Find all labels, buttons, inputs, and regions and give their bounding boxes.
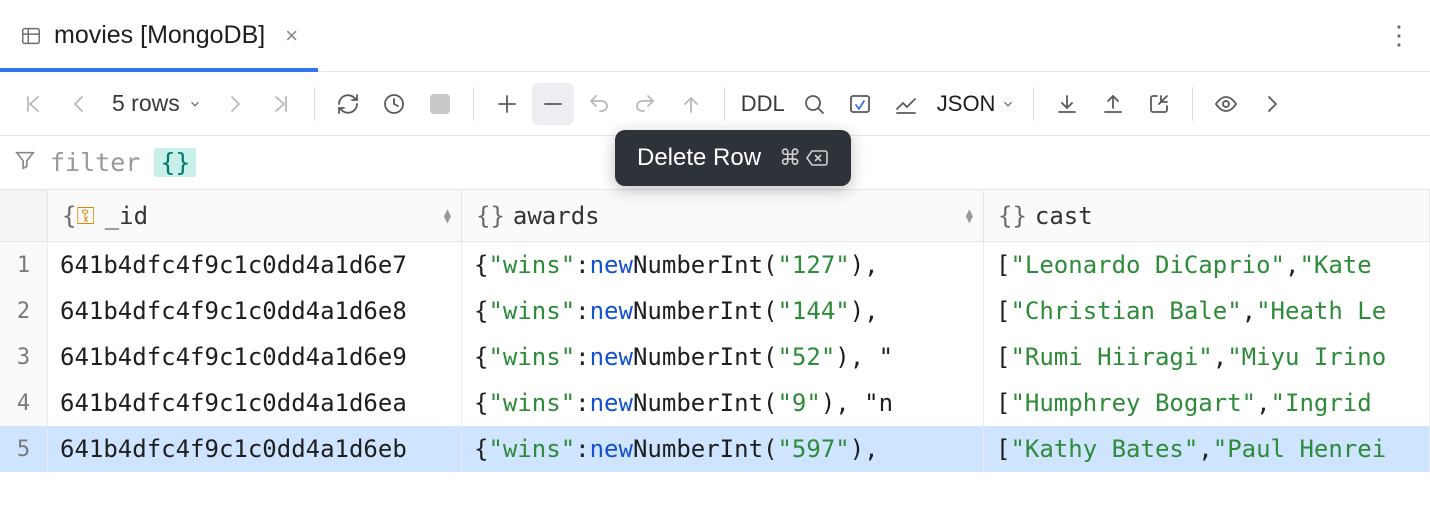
add-row-button[interactable] [486, 83, 528, 125]
cell-id[interactable]: 641b4dfc4f9c1c0dd4a1d6e7 [48, 242, 462, 288]
grid-header-row: {⚿ _id ▲▼ {} awards ▲▼ {} cast [0, 190, 1430, 242]
expand-button[interactable] [1251, 83, 1293, 125]
table-icon [20, 25, 42, 47]
row-number: 3 [0, 334, 48, 380]
tab-movies[interactable]: movies [MongoDB] × [0, 0, 318, 71]
ddl-button[interactable]: DDL [737, 91, 789, 117]
gutter-header [0, 190, 48, 241]
prev-page-button[interactable] [58, 83, 100, 125]
row-number: 2 [0, 288, 48, 334]
result-grid: {⚿ _id ▲▼ {} awards ▲▼ {} cast 1641b4dfc… [0, 190, 1430, 472]
column-header-awards[interactable]: {} awards ▲▼ [462, 190, 984, 241]
import-button[interactable] [1138, 83, 1180, 125]
column-label: awards [513, 202, 600, 230]
tab-title: movies [MongoDB] [54, 21, 265, 50]
table-row[interactable]: 1641b4dfc4f9c1c0dd4a1d6e7{"wins": new Nu… [0, 242, 1430, 288]
refresh-button[interactable] [327, 83, 369, 125]
column-header-id[interactable]: {⚿ _id ▲▼ [48, 190, 462, 241]
column-label: cast [1035, 202, 1093, 230]
funnel-icon [14, 148, 36, 177]
cell-id[interactable]: 641b4dfc4f9c1c0dd4a1d6ea [48, 380, 462, 426]
cell-awards[interactable]: {"wins": new NumberInt("597"), [462, 426, 984, 472]
stop-button[interactable] [419, 83, 461, 125]
table-row[interactable]: 4641b4dfc4f9c1c0dd4a1d6ea{"wins": new Nu… [0, 380, 1430, 426]
last-page-button[interactable] [260, 83, 302, 125]
sort-icon[interactable]: ▲▼ [966, 209, 973, 223]
table-row[interactable]: 5641b4dfc4f9c1c0dd4a1d6eb{"wins": new Nu… [0, 426, 1430, 472]
chart-button[interactable] [885, 83, 927, 125]
sort-icon[interactable]: ▲▼ [444, 209, 451, 223]
row-number: 1 [0, 242, 48, 288]
tooltip-shortcut: ⌘ [779, 145, 829, 171]
tab-bar: movies [MongoDB] × ⋮ [0, 0, 1430, 72]
download-button[interactable] [1046, 83, 1088, 125]
row-number: 5 [0, 426, 48, 472]
object-icon: {⚿ [62, 202, 97, 230]
cell-awards[interactable]: {"wins": new NumberInt("9"), "n [462, 380, 984, 426]
close-icon[interactable]: × [285, 23, 298, 49]
redo-button[interactable] [624, 83, 666, 125]
cell-awards[interactable]: {"wins": new NumberInt("144"), [462, 288, 984, 334]
upload-button[interactable] [1092, 83, 1134, 125]
cell-cast[interactable]: ["Kathy Bates", "Paul Henrei [984, 426, 1430, 472]
cell-cast[interactable]: ["Leonardo DiCaprio", "Kate [984, 242, 1430, 288]
row-count-dropdown[interactable]: 5 rows [104, 90, 210, 117]
row-number: 4 [0, 380, 48, 426]
cell-cast[interactable]: ["Christian Bale", "Heath Le [984, 288, 1430, 334]
column-header-cast[interactable]: {} cast [984, 190, 1430, 241]
undo-button[interactable] [578, 83, 620, 125]
cell-awards[interactable]: {"wins": new NumberInt("127"), [462, 242, 984, 288]
cell-awards[interactable]: {"wins": new NumberInt("52"), " [462, 334, 984, 380]
submit-button[interactable] [670, 83, 712, 125]
search-button[interactable] [793, 83, 835, 125]
cell-id[interactable]: 641b4dfc4f9c1c0dd4a1d6eb [48, 426, 462, 472]
format-label: JSON [937, 91, 996, 117]
first-page-button[interactable] [12, 83, 54, 125]
column-label: _id [105, 202, 148, 230]
table-row[interactable]: 2641b4dfc4f9c1c0dd4a1d6e8{"wins": new Nu… [0, 288, 1430, 334]
cell-cast[interactable]: ["Humphrey Bogart", "Ingrid [984, 380, 1430, 426]
history-button[interactable] [373, 83, 415, 125]
format-dropdown[interactable]: JSON [931, 91, 1022, 117]
cell-id[interactable]: 641b4dfc4f9c1c0dd4a1d6e8 [48, 288, 462, 334]
cell-cast[interactable]: ["Rumi Hiiragi", "Miyu Irino [984, 334, 1430, 380]
filter-braces-chip[interactable]: {} [154, 148, 196, 177]
more-icon[interactable]: ⋮ [1386, 20, 1412, 51]
row-count-label: 5 rows [112, 90, 180, 117]
next-page-button[interactable] [214, 83, 256, 125]
view-button[interactable] [1205, 83, 1247, 125]
tooltip-label: Delete Row [637, 144, 761, 172]
filter-settings-button[interactable] [839, 83, 881, 125]
table-row[interactable]: 3641b4dfc4f9c1c0dd4a1d6e9{"wins": new Nu… [0, 334, 1430, 380]
object-icon: {} [476, 202, 505, 230]
delete-row-button[interactable] [532, 83, 574, 125]
object-icon: {} [998, 202, 1027, 230]
delete-row-tooltip: Delete Row ⌘ [615, 130, 851, 186]
filter-placeholder: filter [50, 148, 140, 177]
cell-id[interactable]: 641b4dfc4f9c1c0dd4a1d6e9 [48, 334, 462, 380]
toolbar: 5 rows DDL JSON [0, 72, 1430, 136]
